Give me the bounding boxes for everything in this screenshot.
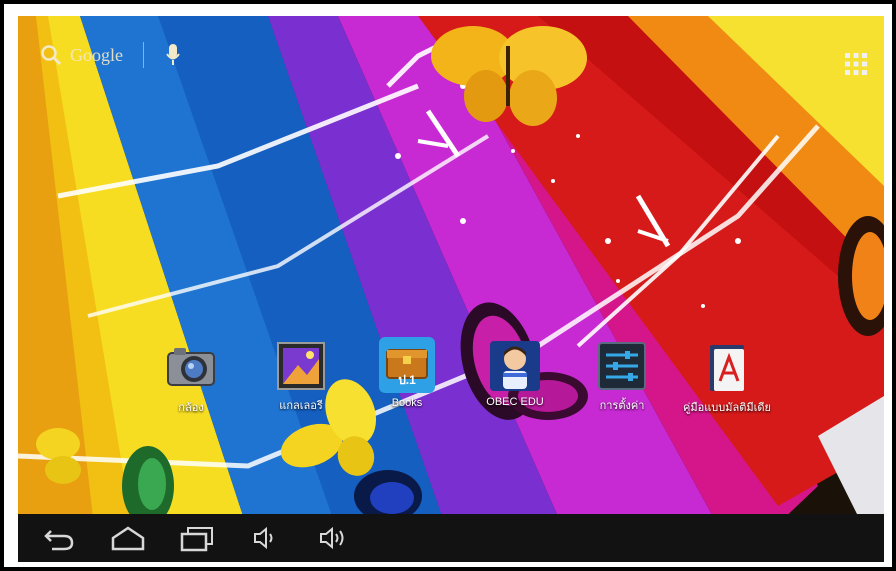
google-search-bar[interactable]: Google xyxy=(40,38,180,72)
app-label-gallery: แกลเลอรี xyxy=(279,400,323,412)
home-icon[interactable] xyxy=(110,524,146,552)
app-label-settings: การตั้งค่า xyxy=(599,400,645,412)
google-search-label[interactable]: Google xyxy=(70,45,123,66)
tablet-screen: Google กล้อง แกลเลอรี ป.1 Books OBEC EDU… xyxy=(18,16,884,562)
volume-up-icon[interactable] xyxy=(318,524,348,552)
recent-apps-icon[interactable] xyxy=(178,524,216,552)
microphone-icon[interactable] xyxy=(166,43,180,67)
app-pdf-manual[interactable]: คู่มือแบบมัลติมีเดีย xyxy=(682,341,772,416)
obec-edu-icon xyxy=(488,339,542,393)
app-obec-edu[interactable]: OBEC EDU xyxy=(470,339,560,408)
photo-border: Google กล้อง แกลเลอรี ป.1 Books OBEC EDU… xyxy=(4,4,892,567)
app-books[interactable]: ป.1 Books xyxy=(362,336,452,409)
settings-icon xyxy=(595,339,649,393)
app-label-obec-edu: OBEC EDU xyxy=(486,396,544,408)
books-icon-text: ป.1 xyxy=(398,373,416,387)
pdf-manual-icon xyxy=(700,341,754,395)
app-camera[interactable]: กล้อง xyxy=(146,341,236,416)
books-icon: ป.1 xyxy=(378,336,436,394)
app-label-camera: กล้อง xyxy=(178,402,204,414)
app-label-books: Books xyxy=(391,397,423,409)
search-icon[interactable] xyxy=(40,44,62,66)
gallery-icon xyxy=(274,339,328,393)
wallpaper xyxy=(18,16,884,562)
navigation-bar xyxy=(18,514,884,562)
search-divider xyxy=(143,42,144,68)
app-settings[interactable]: การตั้งค่า xyxy=(577,339,667,414)
volume-down-icon[interactable] xyxy=(252,524,278,552)
camera-icon xyxy=(164,341,218,395)
app-label-pdf-manual: คู่มือแบบมัลติมีเดีย xyxy=(682,402,771,414)
app-gallery[interactable]: แกลเลอรี xyxy=(256,339,346,414)
all-apps-icon[interactable] xyxy=(844,52,868,76)
photo-frame: Google กล้อง แกลเลอรี ป.1 Books OBEC EDU… xyxy=(0,0,896,571)
back-icon[interactable] xyxy=(42,524,76,552)
